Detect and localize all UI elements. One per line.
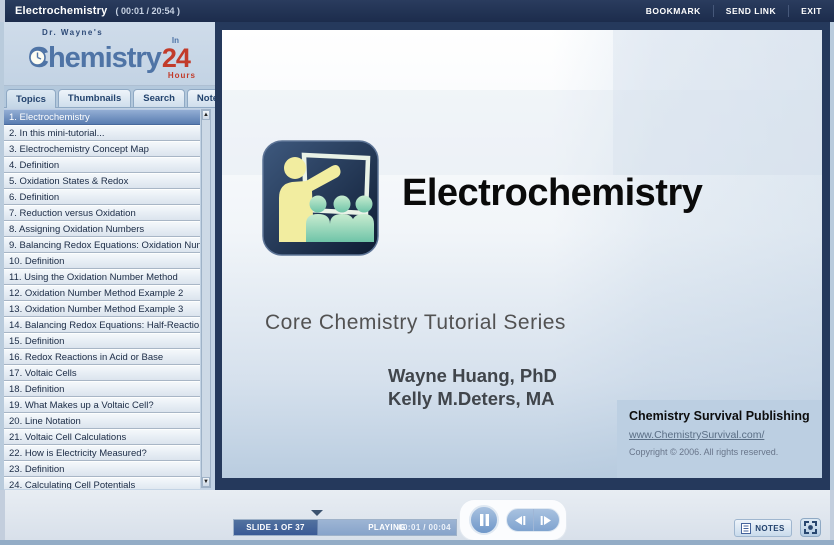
publisher-url-link[interactable]: www.ChemistrySurvival.com/ — [629, 429, 810, 441]
sidebar-tabs: Topics Thumbnails Search Notes — [4, 86, 234, 108]
tab-topics[interactable]: Topics — [6, 89, 56, 108]
topic-item[interactable]: 24. Calculating Cell Potentials — [4, 477, 200, 489]
logo-hours-word: Hours — [167, 71, 196, 80]
window-bottom-edge — [0, 540, 834, 545]
pause-button[interactable] — [469, 505, 499, 535]
chemistry-24-logo: Dr. Wayne's C hemistry In 24 — [28, 28, 195, 80]
topic-item[interactable]: 7. Reduction versus Oxidation — [4, 205, 200, 221]
topic-item[interactable]: 1. Electrochemistry — [4, 109, 200, 125]
slide-canvas: Electrochemistry Core Chemistry Tutorial… — [222, 30, 822, 478]
topic-item[interactable]: 22. How is Electricity Measured? — [4, 445, 200, 461]
topics-scrollbar[interactable]: ▲ ▼ — [201, 109, 211, 488]
tab-search[interactable]: Search — [133, 89, 185, 107]
course-elapsed-time: ( 00:01 / 20:54 ) — [115, 6, 181, 16]
topic-item[interactable]: 9. Balancing Redox Equations: Oxidation … — [4, 237, 200, 253]
slide-nav-pill — [506, 508, 560, 532]
course-player-window: Electrochemistry ( 00:01 / 20:54 ) BOOKM… — [0, 0, 834, 545]
logo-wordmark: hemistry — [47, 42, 162, 74]
slide-status-bar: SLIDE 1 OF 37 PLAYING 00:01 / 00:04 — [233, 519, 457, 536]
pause-icon — [479, 514, 489, 526]
topic-item[interactable]: 5. Oxidation States & Redox — [4, 173, 200, 189]
previous-slide-icon — [514, 515, 526, 525]
sidebar: Dr. Wayne's C hemistry In 24 — [4, 22, 234, 490]
scroll-down-icon[interactable]: ▼ — [202, 477, 210, 487]
notes-button-label: NOTES — [755, 523, 785, 533]
topic-item[interactable]: 17. Voltaic Cells — [4, 365, 200, 381]
publisher-name: Chemistry Survival Publishing — [629, 409, 810, 423]
slide-subtitle: Core Chemistry Tutorial Series — [265, 311, 566, 334]
logo-area: Dr. Wayne's C hemistry In 24 — [4, 22, 215, 86]
logo-tagline: Dr. Wayne's — [42, 28, 104, 37]
author-line: Kelly M.Deters, MA — [388, 388, 555, 409]
topic-item[interactable]: 15. Definition — [4, 333, 200, 349]
topic-item[interactable]: 16. Redox Reactions in Acid or Base — [4, 349, 200, 365]
title-bar: Electrochemistry ( 00:01 / 20:54 ) BOOKM… — [0, 0, 834, 22]
topic-item[interactable]: 18. Definition — [4, 381, 200, 397]
slide-authors: Wayne Huang, PhD Kelly M.Deters, MA — [388, 364, 557, 410]
topic-item[interactable]: 19. What Makes up a Voltaic Cell? — [4, 397, 200, 413]
slide-frame: Electrochemistry Core Chemistry Tutorial… — [215, 22, 830, 490]
playback-controls — [460, 500, 566, 540]
scroll-up-icon[interactable]: ▲ — [202, 110, 210, 120]
fullscreen-button[interactable] — [800, 518, 821, 537]
exit-button[interactable]: EXIT — [788, 5, 834, 17]
playback-bar: SLIDE 1 OF 37 PLAYING 00:01 / 00:04 NOTE… — [0, 490, 834, 540]
playback-status: PLAYING 00:01 / 00:04 — [318, 520, 456, 535]
topic-item[interactable]: 3. Electrochemistry Concept Map — [4, 141, 200, 157]
author-line: Wayne Huang, PhD — [388, 365, 557, 386]
topic-item[interactable]: 21. Voltaic Cell Calculations — [4, 429, 200, 445]
topic-item[interactable]: 10. Definition — [4, 253, 200, 269]
topic-item[interactable]: 8. Assigning Oxidation Numbers — [4, 221, 200, 237]
topic-item[interactable]: 12. Oxidation Number Method Example 2 — [4, 285, 200, 301]
send-link-button[interactable]: SEND LINK — [712, 5, 788, 17]
clock-icon — [29, 49, 46, 66]
publisher-panel: Chemistry Survival Publishing www.Chemis… — [617, 400, 822, 478]
next-slide-button[interactable] — [534, 509, 560, 531]
previous-slide-button[interactable] — [507, 509, 534, 531]
copyright-text: Copyright © 2006. All rights reserved. — [629, 447, 779, 457]
slide-counter[interactable]: SLIDE 1 OF 37 — [234, 520, 318, 535]
topics-panel: 1. Electrochemistry 2. In this mini-tuto… — [4, 108, 215, 489]
fullscreen-icon — [804, 521, 817, 534]
notes-button[interactable]: NOTES — [734, 519, 792, 537]
bookmark-button[interactable]: BOOKMARK — [634, 5, 713, 17]
topic-item[interactable]: 13. Oxidation Number Method Example 3 — [4, 301, 200, 317]
title-bar-actions: BOOKMARK SEND LINK EXIT — [634, 0, 834, 22]
slide-title: Electrochemistry — [402, 172, 703, 214]
topics-list: 1. Electrochemistry 2. In this mini-tuto… — [4, 109, 200, 489]
topic-item[interactable]: 11. Using the Oxidation Number Method — [4, 269, 200, 285]
topic-item[interactable]: 2. In this mini-tutorial... — [4, 125, 200, 141]
slide-menu-caret-icon[interactable] — [311, 510, 323, 516]
topic-item[interactable]: 4. Definition — [4, 157, 200, 173]
topic-item[interactable]: 23. Definition — [4, 461, 200, 477]
tab-thumbnails[interactable]: Thumbnails — [57, 89, 132, 107]
presenter-classroom-icon — [262, 140, 379, 256]
slide-time: 00:01 / 00:04 — [398, 523, 451, 532]
logo-24: 24 — [161, 43, 191, 73]
topic-item[interactable]: 14. Balancing Redox Equations: Half-Reac… — [4, 317, 200, 333]
notes-document-icon — [741, 522, 752, 534]
topic-item[interactable]: 6. Definition — [4, 189, 200, 205]
next-slide-icon — [540, 515, 552, 525]
course-title: Electrochemistry — [15, 5, 108, 17]
topic-item[interactable]: 20. Line Notation — [4, 413, 200, 429]
